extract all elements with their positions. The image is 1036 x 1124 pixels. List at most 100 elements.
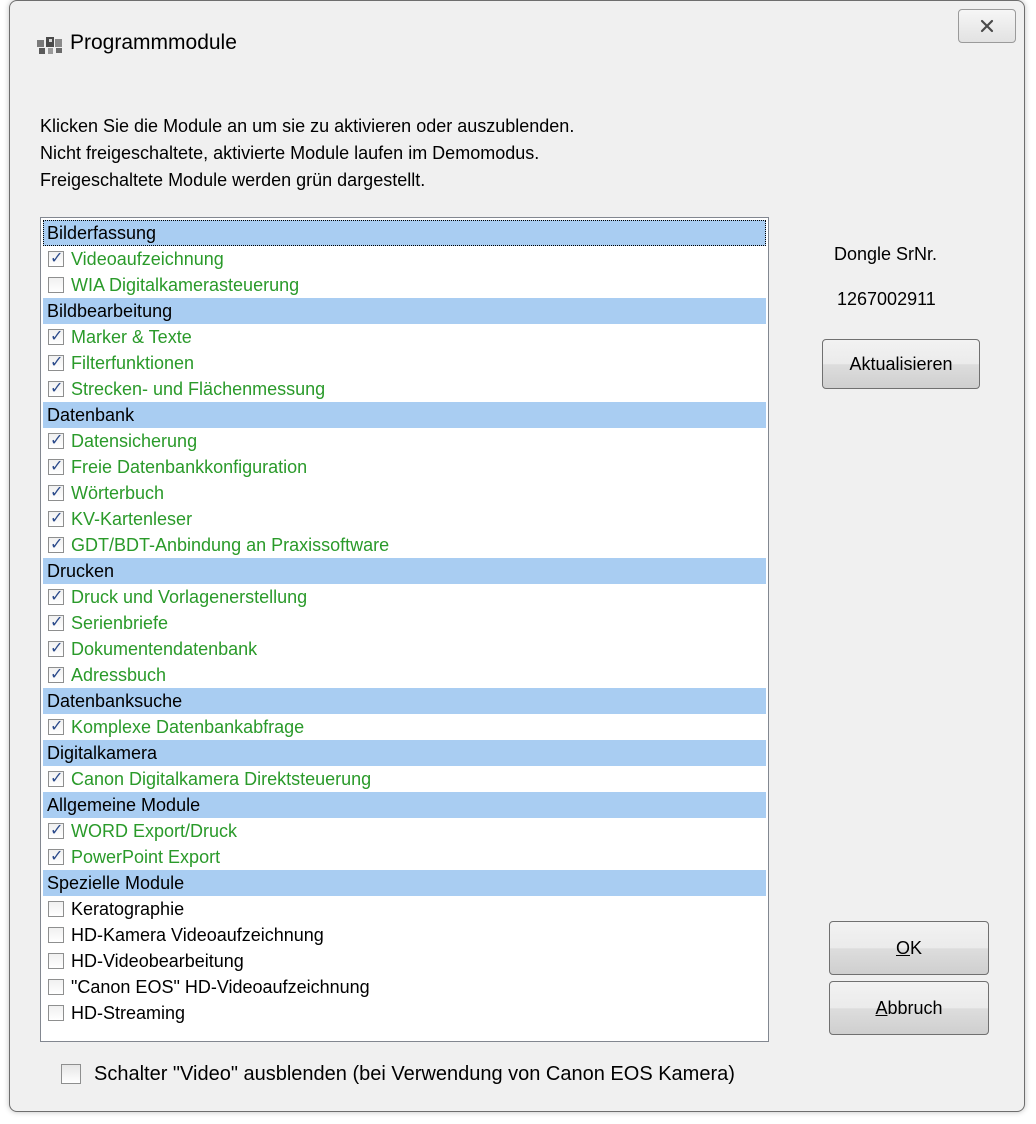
group-header[interactable]: Allgemeine Module [43, 792, 766, 818]
module-checkbox[interactable] [48, 277, 64, 293]
module-checkbox[interactable] [48, 901, 64, 917]
module-item[interactable]: WIA Digitalkamerasteuerung [43, 272, 766, 298]
group-header[interactable]: Datenbanksuche [43, 688, 766, 714]
module-label: Komplexe Datenbankabfrage [71, 717, 305, 737]
module-item[interactable]: ✓ Wörterbuch [43, 480, 766, 506]
module-label: Videoaufzeichnung [71, 249, 224, 269]
checkmark-icon: ✓ [50, 456, 64, 475]
module-item[interactable]: ✓ Filterfunktionen [43, 350, 766, 376]
ok-button-label: OK [895, 937, 923, 958]
module-checkbox[interactable]: ✓ [48, 768, 64, 787]
module-label: KV-Kartenleser [71, 509, 193, 529]
checkmark-icon: ✓ [50, 482, 64, 501]
group-header[interactable]: Bildbearbeitung [43, 298, 766, 324]
checkmark-icon: ✓ [50, 638, 64, 657]
module-item[interactable]: ✓ Canon Digitalkamera Direktsteuerung [43, 766, 766, 792]
group-header[interactable]: Spezielle Module [43, 870, 766, 896]
close-button[interactable] [958, 9, 1016, 43]
checkmark-icon: ✓ [50, 716, 64, 735]
module-checkbox[interactable]: ✓ [48, 326, 64, 345]
module-checkbox[interactable]: ✓ [48, 664, 64, 683]
refresh-button-label: Aktualisieren [849, 353, 953, 374]
module-item[interactable]: Keratographie [43, 896, 766, 922]
module-checkbox[interactable]: ✓ [48, 638, 64, 657]
module-item[interactable]: ✓ Serienbriefe [43, 610, 766, 636]
checkmark-icon: ✓ [50, 846, 64, 865]
module-item[interactable]: ✓ Strecken- und Flächenmessung [43, 376, 766, 402]
module-item[interactable]: ✓ Datensicherung [43, 428, 766, 454]
title-bar: Programmmodule [10, 1, 1024, 81]
module-label: Keratographie [71, 899, 185, 919]
module-item[interactable]: ✓ Marker & Texte [43, 324, 766, 350]
module-checkbox[interactable]: ✓ [48, 612, 64, 631]
module-checkbox[interactable]: ✓ [48, 716, 64, 735]
cancel-button[interactable]: Abbruch [829, 981, 989, 1035]
module-item[interactable]: HD-Streaming [43, 1000, 766, 1026]
module-label: Marker & Texte [71, 327, 192, 347]
module-label: HD-Videobearbeitung [71, 951, 244, 971]
module-label: Filterfunktionen [71, 353, 195, 373]
instruction-line: Nicht freigeschaltete, aktivierte Module… [40, 143, 540, 163]
module-checkbox[interactable]: ✓ [48, 846, 64, 865]
module-checkbox[interactable]: ✓ [48, 508, 64, 527]
checkmark-icon: ✓ [50, 612, 64, 631]
module-label: WIA Digitalkamerasteuerung [71, 275, 300, 295]
module-item[interactable]: ✓ Videoaufzeichnung [43, 246, 766, 272]
module-checkbox[interactable]: ✓ [48, 378, 64, 397]
module-item[interactable]: ✓ Druck und Vorlagenerstellung [43, 584, 766, 610]
module-label: "Canon EOS" HD-Videoaufzeichnung [71, 977, 370, 997]
module-label: HD-Kamera Videoaufzeichnung [71, 925, 324, 945]
modules-app-icon [37, 37, 62, 54]
module-label: Strecken- und Flächenmessung [71, 379, 326, 399]
group-header[interactable]: Digitalkamera [43, 740, 766, 766]
refresh-button[interactable]: Aktualisieren [822, 339, 980, 389]
group-header[interactable]: Bilderfassung [43, 220, 766, 246]
module-checkbox[interactable] [48, 953, 64, 969]
module-checkbox[interactable]: ✓ [48, 248, 64, 267]
module-label: Adressbuch [71, 665, 167, 685]
module-item[interactable]: HD-Videobearbeitung [43, 948, 766, 974]
module-checkbox[interactable] [48, 979, 64, 995]
module-item[interactable]: HD-Kamera Videoaufzeichnung [43, 922, 766, 948]
group-header[interactable]: Datenbank [43, 402, 766, 428]
checkmark-icon: ✓ [50, 534, 64, 553]
close-icon [980, 19, 994, 33]
module-label: Serienbriefe [71, 613, 169, 633]
group-header[interactable]: Drucken [43, 558, 766, 584]
module-item[interactable]: ✓ WORD Export/Druck [43, 818, 766, 844]
module-item[interactable]: ✓ KV-Kartenleser [43, 506, 766, 532]
instruction-line: Freigeschaltete Module werden grün darge… [40, 170, 426, 190]
module-listbox[interactable]: Bilderfassung ✓ Videoaufzeichnung WIA Digit… [40, 217, 769, 1042]
module-item[interactable]: ✓ Adressbuch [43, 662, 766, 688]
module-item[interactable]: ✓ PowerPoint Export [43, 844, 766, 870]
ok-button[interactable]: OK [829, 921, 989, 975]
checkmark-icon: ✓ [50, 248, 64, 267]
module-checkbox[interactable]: ✓ [48, 534, 64, 553]
module-item[interactable]: ✓ Komplexe Datenbankabfrage [43, 714, 766, 740]
module-label: Canon Digitalkamera Direktsteuerung [71, 769, 372, 789]
module-checkbox[interactable]: ✓ [48, 352, 64, 371]
module-checkbox[interactable]: ✓ [48, 430, 64, 449]
module-checkbox[interactable]: ✓ [48, 586, 64, 605]
module-checkbox[interactable] [48, 927, 64, 943]
module-label: GDT/BDT-Anbindung an Praxissoftware [71, 535, 390, 555]
hide-video-checkbox[interactable] [61, 1064, 81, 1084]
module-item[interactable]: "Canon EOS" HD-Videoaufzeichnung [43, 974, 766, 1000]
module-item[interactable]: ✓ Dokumentendatenbank [43, 636, 766, 662]
module-checkbox[interactable]: ✓ [48, 456, 64, 475]
module-checkbox[interactable]: ✓ [48, 820, 64, 839]
module-item[interactable]: ✓ GDT/BDT-Anbindung an Praxissoftware [43, 532, 766, 558]
module-label: Dokumentendatenbank [71, 639, 258, 659]
checkmark-icon: ✓ [50, 326, 64, 345]
module-checkbox[interactable]: ✓ [48, 482, 64, 501]
module-label: Datensicherung [71, 431, 198, 451]
checkmark-icon: ✓ [50, 352, 64, 371]
cancel-button-label: Abbruch [875, 997, 943, 1018]
instruction-line: Klicken Sie die Module an um sie zu akti… [40, 116, 575, 136]
module-checkbox[interactable] [48, 1005, 64, 1021]
checkmark-icon: ✓ [50, 430, 64, 449]
dialog-window: Programmmodule Klicken Sie die Module an… [9, 0, 1025, 1112]
module-item[interactable]: ✓ Freie Datenbankkonfiguration [43, 454, 766, 480]
module-label: PowerPoint Export [71, 847, 221, 867]
instructions-text: Klicken Sie die Module an um sie zu akti… [40, 113, 574, 194]
